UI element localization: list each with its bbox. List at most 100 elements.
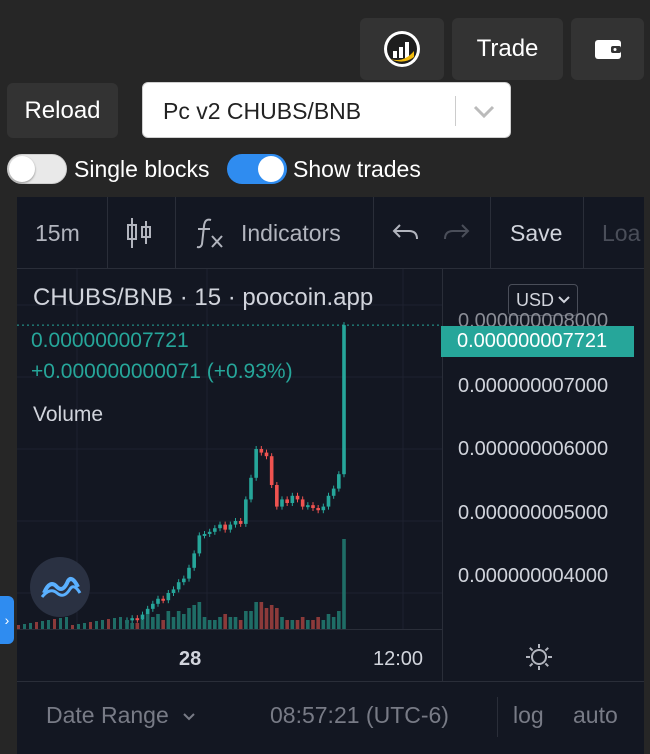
candle xyxy=(269,456,274,485)
volume-bar xyxy=(95,621,98,629)
volume-bar xyxy=(176,611,181,629)
candle xyxy=(187,567,191,579)
volume-bar xyxy=(171,617,176,629)
auto-scale-button[interactable]: auto xyxy=(573,702,618,729)
volume-bar xyxy=(89,622,92,629)
candle xyxy=(254,449,258,478)
volume-bar xyxy=(238,620,243,629)
time-tick: 28 xyxy=(179,648,202,670)
pair-select[interactable]: Pc v2 CHUBS/BNB xyxy=(142,82,511,138)
chart-app-button[interactable] xyxy=(360,18,444,80)
volume-bar xyxy=(41,621,44,629)
candle xyxy=(176,582,181,590)
candle xyxy=(228,524,233,530)
date-range-button[interactable]: Date Range xyxy=(46,702,195,729)
chevron-down-icon xyxy=(183,713,195,721)
undo-icon xyxy=(392,224,418,240)
volume-bar xyxy=(254,602,258,629)
reload-button[interactable]: Reload xyxy=(7,83,118,138)
candle xyxy=(275,485,279,507)
currency-label: USD xyxy=(515,289,554,310)
volume-bar xyxy=(156,614,160,629)
volume-bar xyxy=(145,614,150,629)
volume-bar xyxy=(140,620,145,629)
volume-bar xyxy=(244,611,248,629)
candle xyxy=(197,535,202,554)
candle xyxy=(306,505,310,508)
candle xyxy=(249,477,253,500)
interval-button[interactable]: 15m xyxy=(35,197,80,269)
volume-bar xyxy=(125,620,129,629)
show-trades-toggle[interactable] xyxy=(227,154,287,184)
volume-bar xyxy=(218,617,222,629)
candle xyxy=(290,495,295,503)
legend-change: +0.000000000071 (+0.93%) xyxy=(31,360,293,383)
chart-bottom-bar: Date Range 08:57:21 (UTC-6) log auto xyxy=(17,681,644,754)
select-divider xyxy=(455,96,456,126)
candles-icon xyxy=(127,218,151,248)
volume-bar xyxy=(223,614,227,629)
time-axis[interactable]: 28 12:00 xyxy=(17,629,442,681)
candle xyxy=(280,499,284,507)
indicators-label: Indicators xyxy=(241,219,341,246)
candle xyxy=(192,553,196,568)
indicators-button[interactable]: Indicators xyxy=(195,197,341,269)
volume-bar xyxy=(311,620,315,629)
candle xyxy=(140,614,145,620)
undo-button[interactable] xyxy=(391,197,419,269)
legend-price: 0.000000007721 xyxy=(31,329,189,352)
volume-bar xyxy=(119,617,122,629)
volume-bar xyxy=(192,605,196,629)
trade-button[interactable]: Trade xyxy=(452,18,563,80)
volume-bar xyxy=(264,608,269,629)
volume-bar xyxy=(197,602,202,629)
candle xyxy=(337,474,341,489)
candle xyxy=(213,528,217,532)
volume-bar xyxy=(331,617,336,629)
redo-button[interactable] xyxy=(443,197,471,269)
save-button[interactable]: Save xyxy=(510,197,562,269)
volume-bar xyxy=(233,617,238,629)
volume-bar xyxy=(151,617,155,629)
candle xyxy=(171,589,176,593)
legend-volume: Volume xyxy=(33,403,104,426)
chevron-down-icon xyxy=(558,296,570,304)
candle xyxy=(331,488,336,496)
volume-bar xyxy=(187,608,191,629)
volume-bar xyxy=(249,611,253,629)
wallet-button[interactable] xyxy=(571,18,644,80)
single-blocks-toggle[interactable] xyxy=(7,154,67,184)
volume-bar xyxy=(326,614,331,629)
volume-bar xyxy=(182,614,186,629)
candle xyxy=(218,524,222,529)
volume-bar xyxy=(113,618,116,629)
single-blocks-label: Single blocks xyxy=(74,156,210,182)
log-scale-button[interactable]: log xyxy=(513,702,544,729)
candle xyxy=(316,508,320,511)
settings-button[interactable] xyxy=(525,643,553,676)
volume-bar xyxy=(295,620,300,629)
candle xyxy=(259,449,264,453)
candle xyxy=(151,603,155,609)
volume-bar xyxy=(65,617,68,629)
tradingview-logo[interactable] xyxy=(30,557,90,617)
chart-type-button[interactable] xyxy=(125,197,153,269)
candle xyxy=(238,521,243,524)
candle xyxy=(244,499,248,524)
volume-bar xyxy=(213,620,217,629)
volume-bar xyxy=(107,619,110,629)
sidebar-expand-tab[interactable]: › xyxy=(0,596,14,644)
volume-bar xyxy=(228,617,233,629)
candle xyxy=(326,495,331,507)
load-button[interactable]: Loa xyxy=(602,197,640,269)
clock-display[interactable]: 08:57:21 (UTC-6) xyxy=(270,702,449,729)
chevron-down-icon xyxy=(473,105,495,119)
volume-bar xyxy=(269,605,274,629)
volume-bar xyxy=(35,622,38,629)
candle xyxy=(311,505,315,509)
volume-bar xyxy=(275,608,279,629)
candle xyxy=(223,524,227,530)
volume-bar xyxy=(337,611,341,629)
volume-bar xyxy=(59,618,62,629)
pair-select-value: Pc v2 CHUBS/BNB xyxy=(163,98,362,124)
